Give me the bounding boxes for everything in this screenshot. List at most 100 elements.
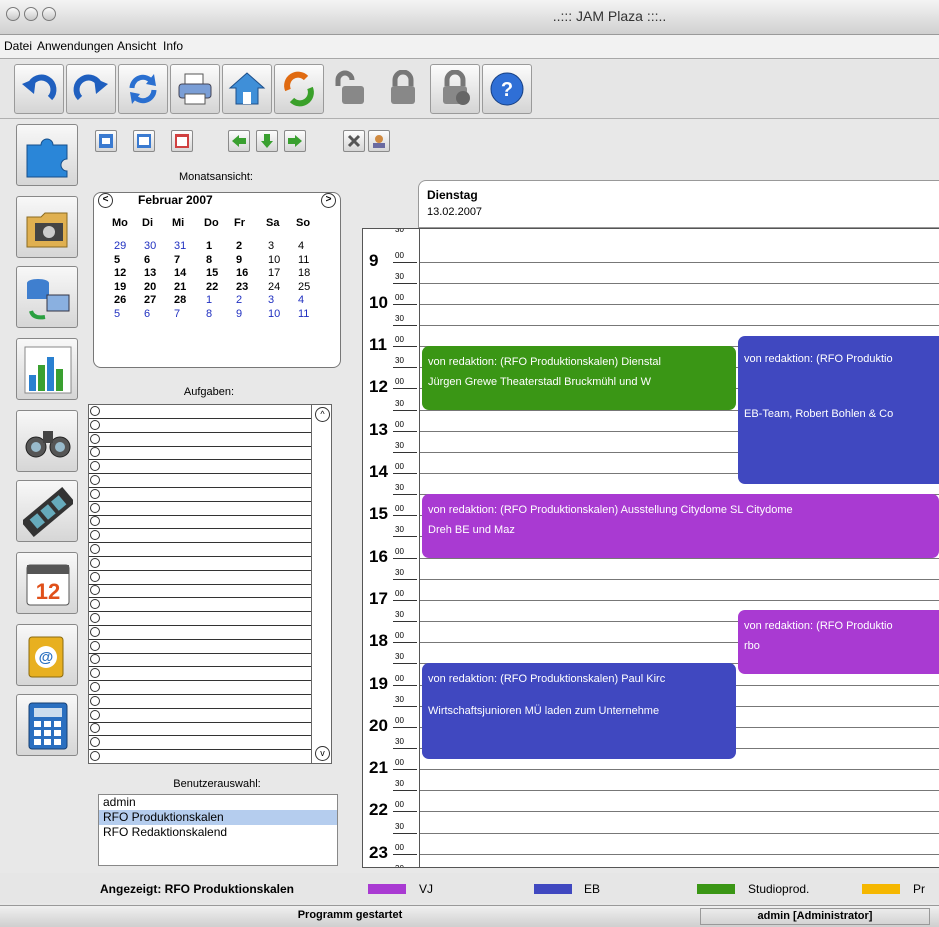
user-list-item[interactable]: RFO Produktionskalen [99, 810, 337, 825]
sidebar-button-database[interactable] [16, 266, 78, 328]
sidebar-button-film[interactable] [16, 480, 78, 542]
task-row[interactable] [89, 460, 311, 475]
home-button[interactable] [222, 64, 272, 114]
lock-check-button[interactable] [430, 64, 480, 114]
task-row[interactable] [89, 598, 311, 613]
calendar-day[interactable]: 10 [268, 254, 294, 266]
calendar-day[interactable]: 9 [236, 254, 262, 266]
task-checkbox[interactable] [90, 709, 100, 720]
task-checkbox[interactable] [90, 654, 100, 665]
user-list-item[interactable]: RFO Redaktionskalend [99, 825, 337, 840]
task-checkbox[interactable] [90, 406, 100, 416]
calendar-day[interactable]: 16 [236, 267, 262, 279]
sidebar-button-contacts[interactable]: @ [16, 624, 78, 686]
calendar-day[interactable]: 6 [144, 254, 170, 266]
calendar-day[interactable]: 31 [174, 240, 200, 252]
calendar-day[interactable]: 2 [236, 240, 262, 252]
day-grid[interactable]: von redaktion: (RFO Produktionskalen) Di… [420, 228, 939, 868]
task-row[interactable] [89, 474, 311, 488]
task-checkbox[interactable] [90, 530, 100, 541]
task-checkbox[interactable] [90, 544, 100, 554]
next-month-button[interactable]: > [321, 193, 336, 208]
task-checkbox[interactable] [90, 475, 100, 485]
task-row[interactable] [89, 722, 311, 737]
calendar-day[interactable]: 4 [298, 240, 324, 252]
unlock-button[interactable] [326, 64, 376, 114]
task-checkbox[interactable] [90, 557, 100, 568]
task-row[interactable] [89, 543, 311, 557]
calendar-day[interactable]: 7 [174, 308, 200, 320]
calendar-day[interactable]: 23 [236, 281, 262, 293]
task-checkbox[interactable] [90, 695, 100, 706]
calendar-event[interactable]: von redaktion: (RFO Produktio EB-Team, Ro… [738, 335, 939, 484]
task-row[interactable] [89, 750, 311, 763]
task-row[interactable] [89, 584, 311, 599]
task-row[interactable] [89, 681, 311, 695]
calendar-day[interactable]: 17 [268, 267, 294, 279]
sync-button[interactable] [274, 64, 324, 114]
menu-ansicht[interactable]: Ansicht [117, 39, 156, 53]
calendar-event[interactable]: von redaktion: (RFO Produktionskalen) Au… [422, 494, 939, 558]
menu-datei[interactable]: Datei [4, 39, 32, 53]
task-row[interactable] [89, 653, 311, 668]
task-row[interactable] [89, 612, 311, 626]
calendar-day[interactable]: 21 [174, 281, 200, 293]
calendar-day[interactable]: 10 [268, 308, 294, 320]
task-row[interactable] [89, 529, 311, 544]
next-day-button[interactable] [284, 130, 306, 152]
calendar-event[interactable]: von redaktion: (RFO Produktionskalen) Di… [422, 346, 736, 410]
sidebar-button-statistics[interactable] [16, 338, 78, 400]
user-list-item[interactable]: admin [99, 795, 337, 810]
sidebar-button-calculator[interactable] [16, 694, 78, 756]
task-row[interactable] [89, 515, 311, 530]
calendar-day[interactable]: 24 [268, 281, 294, 293]
sidebar-button-search[interactable] [16, 410, 78, 472]
calendar-day[interactable]: 1 [206, 294, 232, 306]
help-button[interactable]: ? [482, 64, 532, 114]
calendar-day[interactable]: 19 [114, 281, 140, 293]
print-button[interactable] [170, 64, 220, 114]
calendar-day[interactable]: 5 [114, 308, 140, 320]
task-checkbox[interactable] [90, 516, 100, 527]
task-checkbox[interactable] [90, 626, 100, 637]
calendar-day[interactable]: 25 [298, 281, 324, 293]
delete-button[interactable] [343, 130, 365, 152]
calendar-day[interactable]: 8 [206, 254, 232, 266]
task-row[interactable] [89, 419, 311, 433]
month-view-button[interactable] [171, 130, 193, 152]
sidebar-button-media[interactable] [16, 196, 78, 258]
day-view-button[interactable] [95, 130, 117, 152]
sidebar-button-puzzle[interactable] [16, 124, 78, 186]
lock-button[interactable] [378, 64, 428, 114]
task-row[interactable] [89, 736, 311, 751]
task-checkbox[interactable] [90, 737, 100, 748]
task-checkbox[interactable] [90, 585, 100, 596]
sidebar-button-calendar[interactable]: 12 [16, 552, 78, 614]
task-row[interactable] [89, 695, 311, 709]
task-checkbox[interactable] [90, 613, 100, 623]
task-row[interactable] [89, 640, 311, 654]
task-checkbox[interactable] [90, 751, 100, 761]
calendar-day[interactable]: 12 [114, 267, 140, 279]
calendar-day[interactable]: 3 [268, 240, 294, 252]
task-checkbox[interactable] [90, 571, 100, 582]
task-checkbox[interactable] [90, 433, 100, 444]
calendar-day[interactable]: 5 [114, 254, 140, 266]
calendar-day[interactable]: 4 [298, 294, 324, 306]
task-checkbox[interactable] [90, 488, 100, 499]
calendar-day[interactable]: 3 [268, 294, 294, 306]
prev-month-button[interactable]: < [98, 193, 113, 208]
week-view-button[interactable] [133, 130, 155, 152]
task-checkbox[interactable] [90, 502, 100, 513]
refresh-button[interactable] [118, 64, 168, 114]
calendar-day[interactable]: 9 [236, 308, 262, 320]
task-row[interactable] [89, 502, 311, 516]
task-checkbox[interactable] [90, 599, 100, 610]
calendar-day[interactable]: 22 [206, 281, 232, 293]
calendar-event[interactable]: von redaktion: (RFO Produktio rbo [738, 610, 939, 674]
task-row[interactable] [89, 446, 311, 461]
calendar-day[interactable]: 7 [174, 254, 200, 266]
task-row[interactable] [89, 667, 311, 682]
calendar-day[interactable]: 15 [206, 267, 232, 279]
calendar-event[interactable]: von redaktion: (RFO Produktionskalen) Pa… [422, 663, 736, 759]
